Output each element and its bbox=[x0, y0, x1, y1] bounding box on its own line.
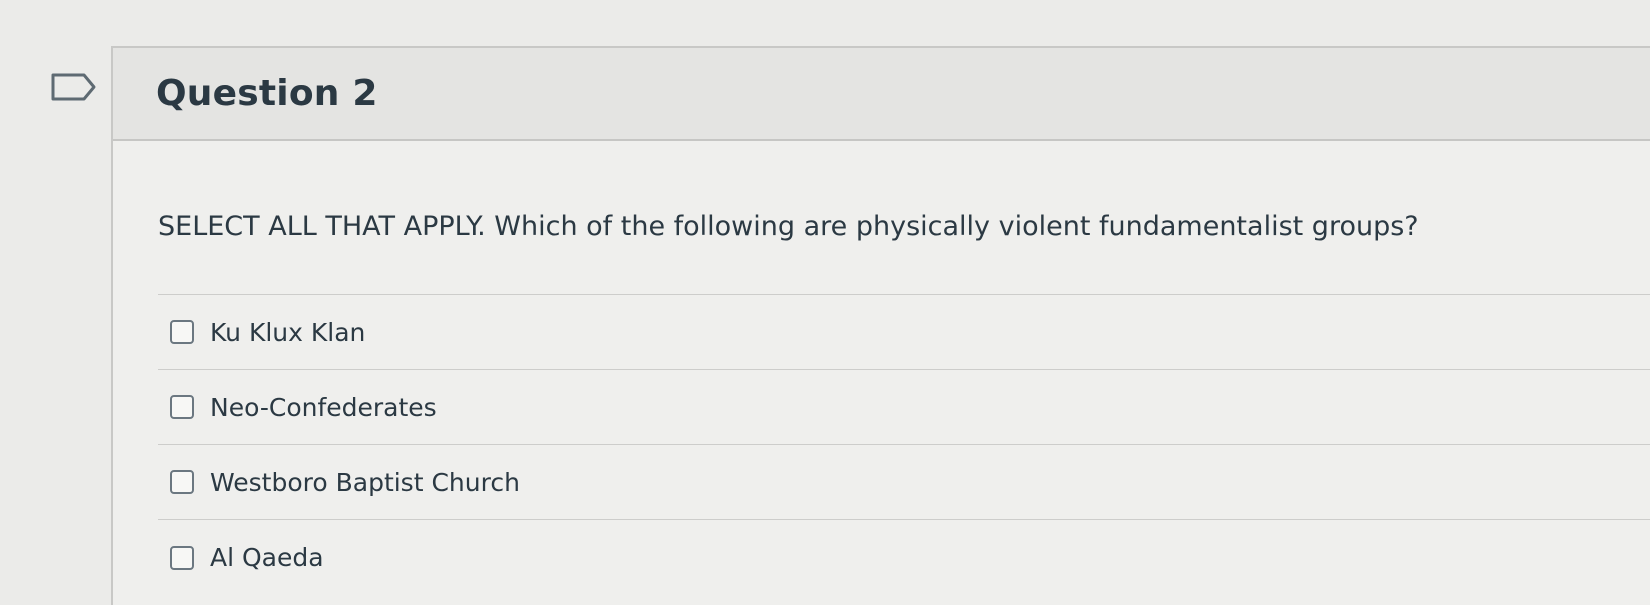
question-header: Question 2 bbox=[113, 48, 1650, 141]
checkbox[interactable] bbox=[170, 470, 194, 494]
checkbox[interactable] bbox=[170, 395, 194, 419]
answer-label: Ku Klux Klan bbox=[210, 317, 366, 347]
answer-label: Al Qaeda bbox=[210, 543, 324, 572]
question-body: SELECT ALL THAT APPLY. Which of the foll… bbox=[113, 141, 1650, 595]
question-card: Question 2 SELECT ALL THAT APPLY. Which … bbox=[111, 46, 1650, 605]
checkbox[interactable] bbox=[170, 545, 194, 570]
checkbox[interactable] bbox=[170, 320, 194, 344]
answer-option-al-qaeda[interactable]: Al Qaeda bbox=[158, 520, 1650, 595]
answer-option-westboro-baptist-church[interactable]: Westboro Baptist Church bbox=[158, 445, 1650, 520]
answer-label: Neo-Confederates bbox=[210, 392, 437, 422]
question-text: SELECT ALL THAT APPLY. Which of the foll… bbox=[158, 141, 1650, 295]
answer-list: Ku Klux Klan Neo-Confederates Westboro B… bbox=[158, 295, 1650, 595]
bookmark-flag-icon[interactable] bbox=[50, 72, 98, 102]
answer-option-neo-confederates[interactable]: Neo-Confederates bbox=[158, 370, 1650, 445]
answer-option-ku-klux-klan[interactable]: Ku Klux Klan bbox=[158, 295, 1650, 370]
answer-label: Westboro Baptist Church bbox=[210, 467, 520, 497]
quiz-page: Question 2 SELECT ALL THAT APPLY. Which … bbox=[0, 0, 1650, 605]
question-title: Question 2 bbox=[156, 73, 378, 114]
